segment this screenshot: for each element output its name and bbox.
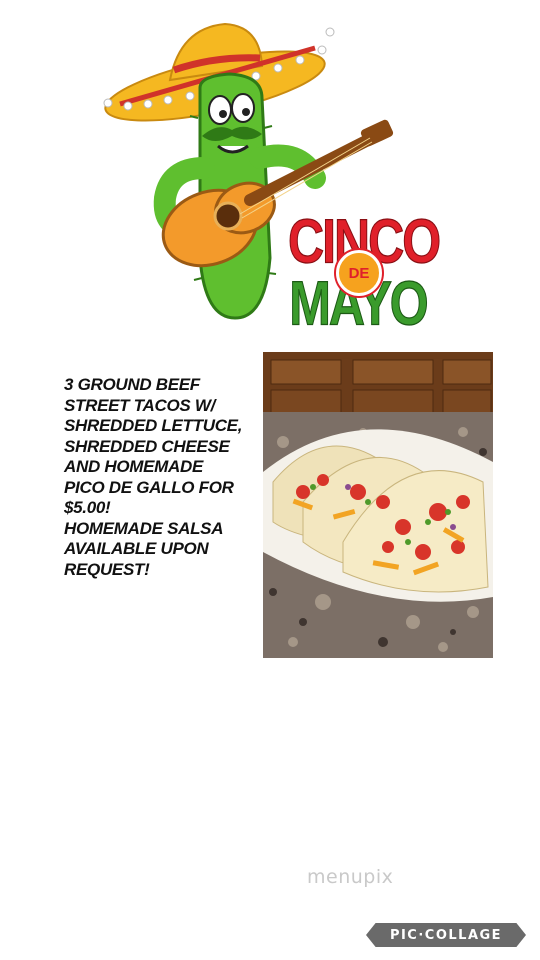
cinco-de-mayo-logo: CINCO MAYO DE	[288, 205, 442, 339]
promo-line: $5.00!	[64, 498, 111, 517]
promo-line: AND HOMEMADE	[64, 457, 204, 476]
promo-line: AVAILABLE UPON	[64, 539, 209, 558]
promo-line: HOMEMADE SALSA	[64, 518, 224, 538]
logo-de-badge: DE	[336, 250, 382, 296]
promo-line: PICO DE GALLO FOR	[64, 477, 234, 497]
promo-line: REQUEST!	[64, 559, 150, 579]
promo-line: SHREDDED CHEESE	[64, 436, 230, 456]
pic-collage-badge: PIC·COLLAGE	[366, 923, 526, 947]
promo-line: SHREDDED LETTUCE,	[64, 416, 243, 435]
promo-line: 3 GROUND BEEF	[64, 375, 200, 394]
tacos-photo	[263, 352, 493, 658]
logo-de-text: DE	[348, 264, 370, 282]
menupix-watermark: menupix	[307, 866, 394, 888]
promo-text: 3 GROUND BEEF STREET TACOS W/ SHREDDED L…	[64, 375, 254, 580]
promo-line: STREET TACOS W/	[64, 395, 216, 415]
